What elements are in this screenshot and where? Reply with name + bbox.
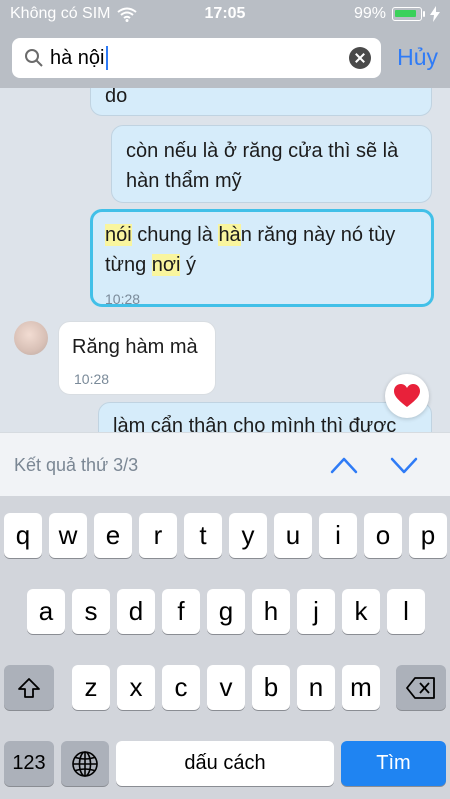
search-box[interactable]: hà nội <box>12 38 381 78</box>
status-right: 99% <box>354 5 440 23</box>
key-q[interactable]: q <box>4 513 42 558</box>
heart-icon <box>394 384 420 407</box>
message-text: hàn thẩm mỹ <box>126 170 242 192</box>
react-heart-button[interactable] <box>385 374 429 418</box>
text-caret <box>105 46 108 70</box>
key-s[interactable]: s <box>72 589 110 634</box>
message-bubble[interactable]: Răng hàm mà 10:28 <box>58 321 216 395</box>
key-g[interactable]: g <box>207 589 245 634</box>
charging-bolt-icon <box>430 6 440 22</box>
search-query: hà nội <box>50 46 105 69</box>
search-highlight: nói <box>105 224 132 246</box>
key-w[interactable]: w <box>49 513 87 558</box>
shift-key[interactable] <box>4 665 54 710</box>
key-u[interactable]: u <box>274 513 312 558</box>
key-p[interactable]: p <box>409 513 447 558</box>
key-t[interactable]: t <box>184 513 222 558</box>
key-m[interactable]: m <box>342 665 380 710</box>
globe-icon <box>72 750 98 777</box>
search-header: hà nội Hủy <box>0 30 450 88</box>
key-z[interactable]: z <box>72 665 110 710</box>
message-bubble[interactable]: do <box>90 88 432 116</box>
message-text-segment: chung là <box>131 224 219 246</box>
key-o[interactable]: o <box>364 513 402 558</box>
key-k[interactable]: k <box>342 589 380 634</box>
message-text-line-2: từng nơi ý <box>105 250 419 280</box>
shift-icon <box>18 677 40 698</box>
key-c[interactable]: c <box>162 665 200 710</box>
battery-icon <box>392 7 425 21</box>
message-text: còn nếu là ở răng cửa thì sẽ là <box>126 140 399 162</box>
backspace-icon <box>406 676 435 699</box>
status-bar: Không có SIM 17:05 99% <box>0 0 450 30</box>
previous-result-icon[interactable] <box>328 451 360 479</box>
key-x[interactable]: x <box>117 665 155 710</box>
search-icon <box>25 49 43 67</box>
search-highlight: hà <box>218 224 241 246</box>
key-y[interactable]: y <box>229 513 267 558</box>
globe-key[interactable] <box>61 741 109 786</box>
search-highlight: nơi <box>151 254 181 276</box>
key-a[interactable]: a <box>27 589 65 634</box>
search-input[interactable]: hà nội <box>50 44 330 72</box>
key-l[interactable]: l <box>387 589 425 634</box>
message-text-segment: từng <box>105 254 152 276</box>
message-text: Răng hàm mà <box>72 336 198 358</box>
backspace-key[interactable] <box>396 665 446 710</box>
key-b[interactable]: b <box>252 665 290 710</box>
message-time: 10:28 <box>74 371 110 387</box>
message-bubble[interactable]: còn nếu là ở răng cửa thì sẽ là hàn thẩm… <box>111 125 432 203</box>
clear-icon[interactable] <box>349 47 371 69</box>
message-text: làm cẩn thận cho mình thì được <box>113 415 397 432</box>
avatar[interactable] <box>14 321 48 355</box>
key-j[interactable]: j <box>297 589 335 634</box>
search-result-bar: Kết quả thứ 3/3 <box>0 432 450 496</box>
key-d[interactable]: d <box>117 589 155 634</box>
chat-area[interactable]: do còn nếu là ở răng cửa thì sẽ là hàn t… <box>0 88 450 432</box>
message-text-segment: ý <box>180 254 196 276</box>
message-bubble[interactable]: làm cẩn thận cho mình thì được <box>98 402 432 432</box>
result-count: Kết quả thứ 3/3 <box>14 455 139 475</box>
battery-percent: 99% <box>353 5 386 22</box>
key-f[interactable]: f <box>162 589 200 634</box>
next-result-icon[interactable] <box>388 451 420 479</box>
key-r[interactable]: r <box>139 513 177 558</box>
selected-message-bubble[interactable]: nói chung là hàn răng này nó tùy từng nơ… <box>90 209 434 307</box>
space-key[interactable]: dấu cách <box>116 741 334 786</box>
message-time: 10:28 <box>105 291 141 307</box>
message-text-line-1: nói chung là hàn răng này nó tùy <box>105 220 419 250</box>
cancel-button[interactable]: Hủy <box>397 44 438 71</box>
key-e[interactable]: e <box>94 513 132 558</box>
key-i[interactable]: i <box>319 513 357 558</box>
keyboard: q w e r t y u i o p a s d f g h j k l z … <box>0 496 450 799</box>
search-key[interactable]: Tìm <box>341 741 446 786</box>
message-text-segment: n răng này nó tùy <box>240 224 396 246</box>
message-text: do <box>105 88 128 107</box>
key-h[interactable]: h <box>252 589 290 634</box>
key-v[interactable]: v <box>207 665 245 710</box>
key-n[interactable]: n <box>297 665 335 710</box>
numbers-key[interactable]: 123 <box>4 741 54 786</box>
